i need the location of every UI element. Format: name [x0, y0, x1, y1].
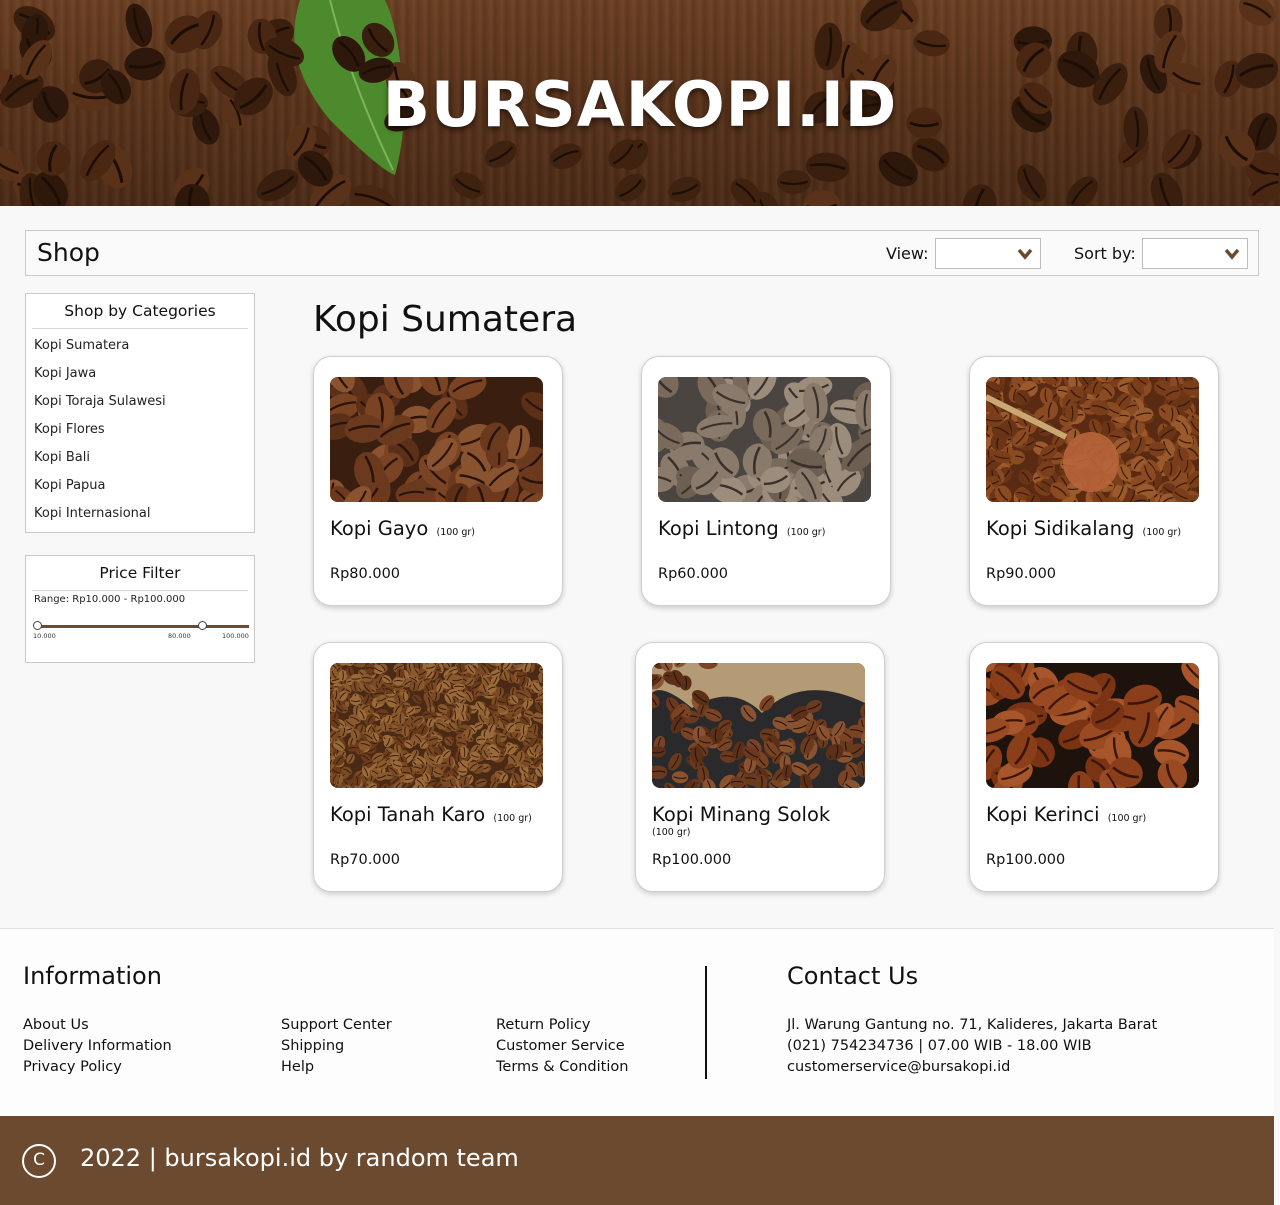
contact-title: Contact Us [787, 962, 919, 990]
product-card[interactable]: Kopi Tanah Karo (100 gr) Rp70.000 [313, 642, 563, 892]
product-name[interactable]: Kopi Lintong (100 gr) [658, 517, 825, 540]
contact-phone-hours: (021) 754234736 | 07.00 WIB - 18.00 WIB [787, 1038, 1092, 1054]
product-price: Rp60.000 [658, 566, 729, 582]
product-card[interactable]: Kopi Sidikalang (100 gr) Rp90.000 [969, 356, 1219, 606]
product-image[interactable] [986, 377, 1199, 502]
footer-link-terms-condition[interactable]: Terms & Condition [496, 1057, 628, 1078]
contact-email[interactable]: customerservice@bursakopi.id [787, 1057, 1010, 1078]
product-unit: (100 gr) [1107, 813, 1147, 824]
footer-link-help[interactable]: Help [281, 1057, 314, 1078]
price-filter-title: Price Filter [32, 564, 248, 591]
product-unit: (100 gr) [493, 813, 532, 824]
product-name[interactable]: Kopi Minang Solok [652, 803, 830, 826]
site-logo-title: BURSAKOPI.ID [382, 68, 898, 141]
product-image[interactable] [330, 377, 543, 502]
category-item[interactable]: Kopi Internasional [34, 506, 166, 534]
footer-link-privacy-policy[interactable]: Privacy Policy [23, 1057, 122, 1078]
chevron-down-icon [1017, 248, 1033, 260]
footer-link-shipping[interactable]: Shipping [281, 1036, 344, 1057]
chevron-down-icon [1224, 248, 1240, 260]
category-heading: Kopi Sumatera [313, 299, 578, 340]
product-price: Rp90.000 [986, 566, 1057, 582]
price-tick-max: 100.000 [222, 632, 249, 640]
view-label: View: [886, 244, 929, 263]
categories-panel: Shop by Categories Kopi Sumatera Kopi Ja… [25, 293, 255, 533]
product-price: Rp100.000 [652, 852, 732, 868]
footer-link-return-policy[interactable]: Return Policy [496, 1015, 590, 1036]
price-slider-track[interactable] [37, 625, 249, 628]
product-image[interactable] [986, 663, 1199, 788]
footer-link-about-us[interactable]: About Us [23, 1015, 89, 1036]
footer-link-delivery-information[interactable]: Delivery Information [23, 1036, 172, 1057]
product-card[interactable]: Kopi Lintong (100 gr) Rp60.000 [641, 356, 891, 606]
footer-link-customer-service[interactable]: Customer Service [496, 1036, 625, 1057]
contact-address: Jl. Warung Gantung no. 71, Kalideres, Ja… [787, 1017, 1158, 1033]
price-slider-min-handle[interactable] [33, 621, 42, 630]
price-tick-min: 10.000 [33, 632, 56, 640]
sort-label: Sort by: [1074, 244, 1136, 263]
category-item[interactable]: Kopi Bali [34, 450, 166, 478]
information-title: Information [23, 962, 162, 990]
price-filter-panel: Price Filter Range: Rp10.000 - Rp100.000… [25, 555, 255, 663]
hero-banner: BURSAKOPI.ID [0, 0, 1280, 206]
product-price: Rp70.000 [330, 852, 401, 868]
category-item[interactable]: Kopi Papua [34, 478, 166, 506]
price-slider-max-handle[interactable] [197, 621, 207, 630]
sort-select[interactable] [1142, 238, 1248, 269]
product-price: Rp100.000 [986, 852, 1066, 868]
categories-title: Shop by Categories [32, 302, 248, 329]
footer-divider [705, 966, 707, 1079]
view-select[interactable] [935, 238, 1041, 269]
product-unit: (100 gr) [436, 527, 475, 538]
product-card[interactable]: Kopi Kerinci (100 gr) Rp100.000 [969, 642, 1219, 892]
product-unit: (100 gr) [652, 827, 691, 838]
product-image[interactable] [658, 377, 871, 502]
product-image[interactable] [330, 663, 543, 788]
price-tick-selected: 80.000 [168, 632, 191, 640]
category-item[interactable]: Kopi Flores [34, 422, 166, 450]
product-name[interactable]: Kopi Kerinci (100 gr) [986, 803, 1146, 826]
product-name[interactable]: Kopi Gayo (100 gr) [330, 517, 475, 540]
category-item[interactable]: Kopi Toraja Sulawesi [34, 394, 166, 422]
footer-link-support-center[interactable]: Support Center [281, 1015, 392, 1036]
category-item[interactable]: Kopi Sumatera [34, 338, 166, 366]
product-price: Rp80.000 [330, 566, 401, 582]
product-image[interactable] [652, 663, 865, 788]
product-card[interactable]: Kopi Minang Solok (100 gr) Rp100.000 [635, 642, 885, 892]
product-unit: (100 gr) [786, 527, 826, 538]
site-footer: Information About Us Delivery Informatio… [0, 928, 1274, 1116]
product-unit: (100 gr) [1142, 527, 1182, 538]
copyright-icon: C [22, 1144, 56, 1178]
product-name[interactable]: Kopi Tanah Karo (100 gr) [330, 803, 532, 826]
copyright-bar: C 2022 | bursakopi.id by random team [0, 1116, 1274, 1205]
shop-title: Shop [37, 238, 100, 267]
product-card[interactable]: Kopi Gayo (100 gr) Rp80.000 [313, 356, 563, 606]
copyright-text: 2022 | bursakopi.id by random team [80, 1144, 519, 1172]
category-list: Kopi Sumatera Kopi Jawa Kopi Toraja Sula… [34, 338, 166, 534]
category-item[interactable]: Kopi Jawa [34, 366, 166, 394]
price-range-text: Range: Rp10.000 - Rp100.000 [34, 594, 186, 605]
shop-toolbar: Shop View: Sort by: [25, 230, 1259, 276]
product-name[interactable]: Kopi Sidikalang (100 gr) [986, 517, 1181, 540]
